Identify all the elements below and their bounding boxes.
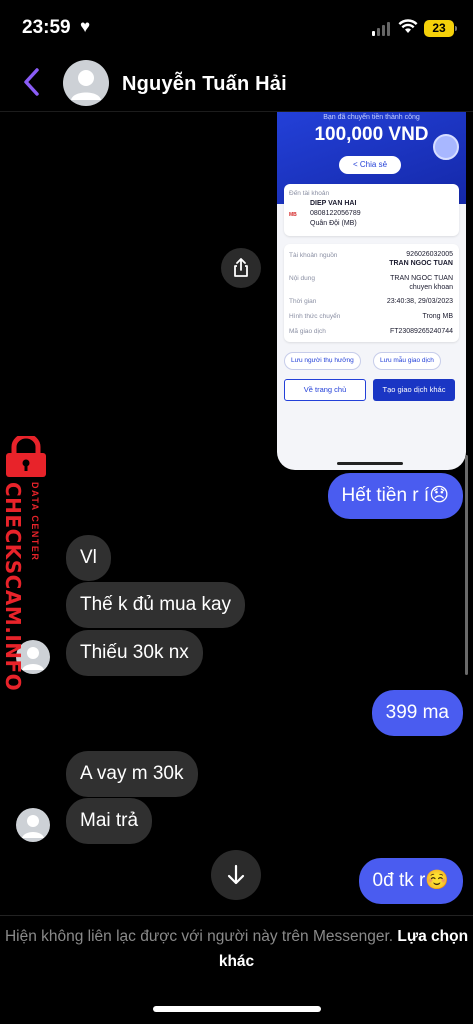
mascot-icon (433, 134, 459, 160)
source-account: 926026032005 (406, 251, 453, 258)
scrollbar[interactable] (465, 455, 468, 675)
recipient-card: Đến tài khoản MB DIEP VAN HAI 0808122056… (284, 184, 459, 236)
content-label: Nội dung (289, 275, 316, 282)
content-line-1: TRAN NGOC TUAN (390, 275, 453, 282)
to-account-label: Đến tài khoản (289, 190, 330, 197)
home-indicator[interactable] (153, 1006, 321, 1012)
unavailable-notice-text: Hiện không liên lạc được với người này t… (4, 928, 394, 945)
recipient-bank: Quân Đội (MB) (310, 220, 357, 227)
receipt-success-text: Bạn đã chuyển tiền thành công (323, 114, 420, 121)
message-incoming[interactable]: Thế k đủ mua kay (66, 582, 246, 628)
message-outgoing[interactable]: Hết tiền r í😞 (327, 473, 463, 519)
save-template-link: Lưu mẫu giao dịch (373, 352, 441, 370)
message-incoming[interactable]: Thiếu 30k nx (66, 630, 203, 676)
method-value: Trong MB (422, 313, 453, 320)
cellular-signal-icon (372, 22, 390, 36)
home-button: Về trang chủ (284, 379, 366, 401)
content-line-2: chuyen khoan (409, 284, 453, 291)
time-label: Thời gian (289, 298, 317, 305)
scroll-to-bottom-button[interactable] (211, 850, 261, 900)
wifi-icon (398, 19, 418, 33)
default-avatar-icon (22, 815, 44, 838)
transfer-receipt-image[interactable]: Bạn đã chuyển tiền thành công 100,000 VN… (277, 112, 466, 470)
txn-label: Mã giao dịch (289, 328, 326, 335)
share-button[interactable] (221, 248, 261, 288)
receipt-home-indicator (337, 462, 403, 465)
method-label: Hình thức chuyển (289, 313, 341, 320)
message-incoming[interactable]: Mai trả (66, 798, 153, 844)
battery-icon: 23 (424, 20, 457, 37)
status-time: 23:59 (22, 17, 71, 38)
message-outgoing[interactable]: 399 ma (371, 690, 463, 736)
bank-logo-icon: MB (289, 212, 297, 218)
sender-avatar[interactable] (16, 808, 50, 842)
message-incoming[interactable]: Vl (66, 535, 111, 581)
time-value: 23:40:38, 29/03/2023 (386, 298, 453, 305)
arrow-down-icon (227, 864, 245, 885)
unavailable-notice: Hiện không liên lạc được với người này t… (0, 924, 473, 974)
status-bar: 23:59 ♥ 23 (0, 0, 473, 56)
source-account-label: Tài khoản nguồn (289, 252, 338, 259)
message-incoming[interactable]: A vay m 30k (66, 751, 198, 797)
watermark-text: CHECKSCAM.INFO (1, 482, 25, 692)
receipt-share-label: Chia sẻ (359, 160, 388, 169)
chat-header: Nguyễn Tuấn Hải (0, 56, 473, 112)
receipt-share-button: < Chia sẻ (339, 156, 401, 174)
txn-value: FT23089265240744 (389, 328, 453, 335)
default-avatar-icon (71, 70, 101, 100)
footer-divider (0, 915, 473, 916)
recipient-name: DIEP VAN HAI (310, 200, 357, 207)
message-outgoing[interactable]: 0đ tk r☺️ (358, 858, 463, 904)
watermark-subtext: DATA CENTER (30, 482, 40, 562)
lock-icon (6, 436, 46, 477)
share-icon (234, 258, 248, 277)
new-transaction-button: Tạo giao dịch khác (373, 379, 455, 401)
heart-icon: ♥ (80, 17, 91, 36)
recipient-account: 0808122056789 (310, 210, 361, 217)
contact-avatar[interactable] (63, 60, 109, 106)
contact-name[interactable]: Nguyễn Tuấn Hải (122, 73, 287, 96)
sender-name: TRAN NGOC TUAN (389, 260, 453, 267)
save-recipient-link: Lưu người thụ hưởng (284, 352, 361, 370)
back-arrow-icon[interactable] (22, 66, 42, 98)
transaction-details-card: Tài khoản nguồn 926026032005 TRAN NGOC T… (284, 244, 459, 342)
